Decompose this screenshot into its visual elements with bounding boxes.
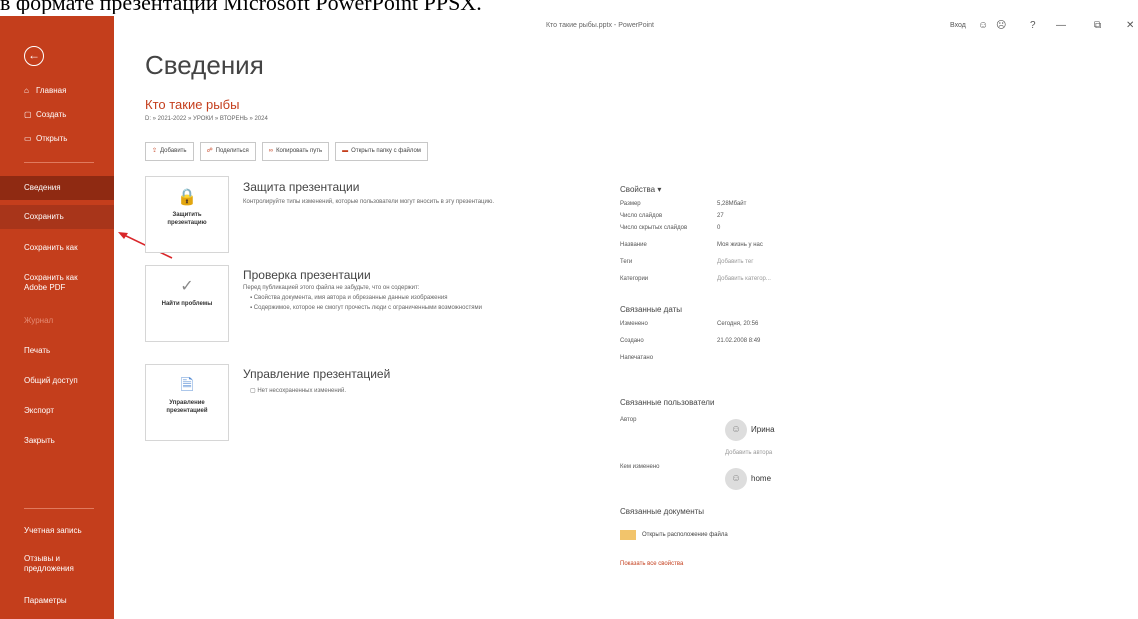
sidebar-item-save-pdf[interactable]: Сохранить как Adobe PDF bbox=[0, 273, 100, 293]
check-issues-button[interactable]: ✓ Найти проблемы bbox=[145, 265, 229, 342]
protect-title: Защита презентации bbox=[243, 180, 360, 194]
inspect-text: Перед публикацией этого файла не забудьт… bbox=[243, 285, 420, 291]
related-docs-title: Связанные документы bbox=[620, 507, 705, 516]
link-icon: ∞ bbox=[268, 148, 274, 154]
protect-presentation-button[interactable]: 🔒 Защитить презентацию bbox=[145, 176, 229, 253]
dates-title: Связанные даты bbox=[620, 305, 682, 314]
caption-text: в формате презентации Microsoft PowerPoi… bbox=[0, 0, 1138, 14]
help-icon[interactable]: ? bbox=[1030, 20, 1036, 31]
upload-icon: ⇪ bbox=[152, 148, 158, 154]
open-icon: ▭ bbox=[24, 134, 32, 143]
inspect-title: Проверка презентации bbox=[243, 268, 371, 282]
author-entry[interactable]: ☺ Ирина bbox=[725, 419, 775, 441]
home-icon: ⌂ bbox=[24, 86, 29, 95]
people-title: Связанные пользователи bbox=[620, 398, 715, 407]
sidebar-item-save-as[interactable]: Сохранить как bbox=[0, 243, 114, 252]
manage-presentation-button[interactable]: 🗎 Управление презентацией bbox=[145, 364, 229, 441]
document-name: Кто такие рыбы bbox=[145, 97, 240, 112]
sidebar-item-close[interactable]: Закрыть bbox=[0, 436, 114, 445]
avatar: ☺ bbox=[725, 419, 747, 441]
inspect-bullet: ▪ Содержимое, которое не смогут прочесть… bbox=[250, 305, 482, 311]
window-title: Кто такие рыбы.pptx - PowerPoint bbox=[545, 22, 655, 29]
manage-icon: 🗎 bbox=[180, 377, 194, 394]
arrow-left-icon[interactable]: ← bbox=[24, 46, 44, 66]
share-button[interactable]: ☍ Поделиться bbox=[199, 142, 256, 161]
copy-path-button[interactable]: ∞ Копировать путь bbox=[261, 142, 330, 161]
signin-link[interactable]: Вход bbox=[950, 22, 966, 29]
minimize-icon[interactable]: — bbox=[1056, 20, 1066, 31]
page-title: Сведения bbox=[145, 50, 264, 80]
divider bbox=[24, 162, 94, 163]
check-icon: ✓ bbox=[180, 278, 194, 295]
manage-title: Управление презентацией bbox=[243, 367, 391, 381]
lock-icon: 🔒 bbox=[177, 189, 197, 206]
manage-text: ▢ Нет несохраненных изменений. bbox=[250, 388, 347, 394]
divider bbox=[24, 508, 94, 509]
properties-title[interactable]: Свойства ▾ bbox=[620, 185, 661, 194]
modified-by-entry[interactable]: ☺ home bbox=[725, 468, 771, 490]
sidebar-item-info[interactable]: Сведения bbox=[0, 176, 114, 200]
document-path: D: » 2021-2022 » УРОКИ » ВТОРЕНЬ » 2024 bbox=[145, 116, 268, 122]
protect-text: Контролируйте типы изменений, которые по… bbox=[243, 199, 494, 205]
sidebar-item-new[interactable]: ▢ Создать bbox=[0, 110, 114, 119]
upload-button[interactable]: ⇪ Добавить bbox=[145, 142, 194, 161]
share-icon: ☍ bbox=[206, 148, 213, 154]
sidebar-item-feedback[interactable]: Отзывы и предложения bbox=[0, 554, 100, 574]
sidebar-item-export[interactable]: Экспорт bbox=[0, 406, 114, 415]
restore-icon[interactable]: ⧉ bbox=[1094, 20, 1101, 31]
sidebar-item-options[interactable]: Параметры bbox=[0, 596, 114, 605]
close-icon[interactable]: ✕ bbox=[1126, 20, 1134, 31]
sidebar-item-home[interactable]: ⌂ Главная bbox=[0, 86, 114, 95]
sidebar-item-save[interactable]: Сохранить bbox=[0, 205, 114, 229]
sidebar-item-account[interactable]: Учетная запись bbox=[0, 526, 114, 535]
sidebar-item-history: Журнал bbox=[24, 316, 54, 325]
smile-icon[interactable]: ☺ bbox=[978, 20, 988, 31]
sidebar-item-open[interactable]: ▭ Открыть bbox=[0, 134, 114, 143]
sidebar-item-share[interactable]: Общий доступ bbox=[0, 376, 114, 385]
frown-icon[interactable]: ☹ bbox=[996, 20, 1006, 31]
backstage-sidebar: ← ⌂ Главная ▢ Создать ▭ Открыть Сведения Со… bbox=[0, 16, 114, 619]
folder-icon: ▬ bbox=[342, 148, 349, 154]
open-folder-button[interactable]: ▬ Открыть папку с файлом bbox=[335, 142, 428, 161]
action-buttons: ⇪ Добавить ☍ Поделиться ∞ Копировать путь ▬… bbox=[145, 142, 428, 161]
avatar: ☺ bbox=[725, 468, 747, 490]
folder-icon bbox=[620, 530, 636, 540]
sidebar-item-print[interactable]: Печать bbox=[0, 346, 114, 355]
new-icon: ▢ bbox=[24, 110, 32, 119]
inspect-bullet: ▪ Свойства документа, имя автора и обрез… bbox=[250, 295, 448, 301]
